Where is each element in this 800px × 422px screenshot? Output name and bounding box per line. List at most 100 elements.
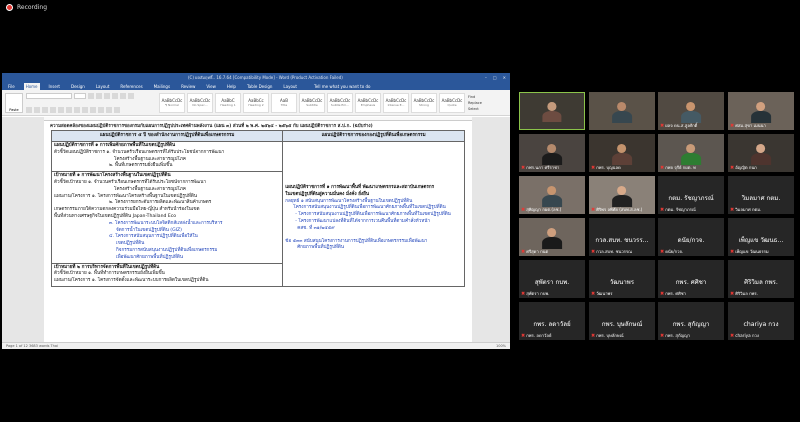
- muted-mic-icon: ✖: [730, 248, 735, 255]
- participant-tile[interactable]: วิมลมาศ กตม. ✖ วิมลมาศ กตม.: [728, 176, 794, 214]
- participant-tile[interactable]: [519, 92, 585, 130]
- style-item[interactable]: AaBbCcDc No Spac...: [187, 92, 213, 113]
- style-name: No Spac...: [192, 103, 208, 107]
- ribbon-tab-layout[interactable]: Layout: [281, 83, 299, 90]
- style-name: Emphasis: [360, 103, 376, 107]
- ribbon-tab-review[interactable]: Review: [179, 83, 197, 90]
- participant-label-text: ศิริวิมล กพร.: [735, 291, 758, 296]
- participant-label-text: ศิริพร ลพิศัย (สบท.ส.ลช.): [596, 207, 643, 212]
- paste-button[interactable]: Paste: [5, 92, 23, 113]
- ribbon-tab-help[interactable]: Help: [225, 83, 238, 90]
- ribbon-tab-design[interactable]: Design: [69, 83, 87, 90]
- style-item[interactable]: AaBbC Heading 1: [215, 92, 241, 113]
- person-silhouette: [612, 102, 632, 123]
- participant-video: [589, 92, 655, 130]
- participant-name: กพร. สุกัญญา: [672, 320, 710, 328]
- ribbon-tab-references[interactable]: References: [118, 83, 144, 90]
- participant-label: ✖ กพร. ศศิชา: [660, 290, 686, 297]
- ribbon-tab-insert[interactable]: Insert: [47, 83, 62, 90]
- style-item[interactable]: AaBbCcDc Quote: [439, 92, 465, 113]
- participant-tile[interactable]: กพร. ลดาวัลย์ ✖ กพร. ลดาวัลย์: [519, 302, 585, 340]
- maximize-icon[interactable]: □: [493, 75, 497, 80]
- participant-tile[interactable]: chariya กวง ✖ chariya กวง: [728, 302, 794, 340]
- participant-label-text: ศสม.สุขา เมนนา: [735, 123, 766, 128]
- participant-label: ✖ อัญญิต กนก: [730, 164, 757, 171]
- ribbon-tab-layout[interactable]: Layout: [94, 83, 112, 90]
- table-header-right: แผนปฏิบัติราชการของกองปฏิรูปที่ดินเพื่อเ…: [282, 130, 465, 142]
- person-silhouette: [542, 228, 562, 249]
- participant-tile[interactable]: ✖ ศรีสุดา กนต: [519, 218, 585, 256]
- participant-label-text: ดนัย/กวจ.: [665, 249, 684, 254]
- style-item[interactable]: AaBbCcDc ¶ Normal: [159, 92, 185, 113]
- minimize-icon[interactable]: –: [485, 75, 487, 80]
- style-item[interactable]: AaBbCc Heading 2: [243, 92, 269, 113]
- participant-tile[interactable]: วัฒนาพร ✖ วัฒนาพร: [589, 260, 655, 298]
- style-name: Heading 2: [248, 103, 264, 107]
- ribbon-tab-home[interactable]: Home: [23, 83, 40, 90]
- participant-tile[interactable]: กตม. รัชญาภรณ์ ✖ กตม. รัชญาภรณ์: [658, 176, 724, 214]
- tell-me-search[interactable]: Tell me what you want to do: [312, 83, 372, 90]
- participant-tile[interactable]: ✖ กฟร.นภา ศรีราชา: [519, 134, 585, 172]
- participant-tile[interactable]: ✖ อัญญิต กนก: [728, 134, 794, 172]
- participant-name: สุพัตรา กบพ.: [534, 278, 570, 286]
- style-item[interactable]: AaB Title: [271, 92, 297, 113]
- ribbon-tab-file[interactable]: File: [6, 83, 17, 90]
- participant-tile[interactable]: สุพัตรา กบพ. ✖ สุพัตรา กบพ.: [519, 260, 585, 298]
- ribbon-tab-table-design[interactable]: Table Design: [245, 83, 274, 90]
- participant-tile[interactable]: กวล.สบท. ชนวรร... ✖ กวล.สบท. ชนวรรณ: [589, 218, 655, 256]
- muted-mic-icon: ✖: [591, 206, 596, 213]
- record-icon: [6, 4, 13, 11]
- ribbon-tab-mailings[interactable]: Mailings: [152, 83, 172, 90]
- style-item[interactable]: AaBbCcDc Subtle Em...: [327, 92, 353, 113]
- participant-label-text: เพ็ญแข วัฒนธรรม: [735, 249, 769, 254]
- muted-mic-icon: ✖: [521, 248, 526, 255]
- participant-tile[interactable]: ✖ ศิริพร ลพิศัย (สบท.ส.ลช.): [589, 176, 655, 214]
- document-page[interactable]: ความสอดคล้องของแผนปฏิบัติราชการของกรมกับ…: [44, 117, 472, 342]
- right-line: - โครงการพัฒนาแปลงที่ดินที่ได้จากการเวนค…: [295, 218, 430, 224]
- participant-tile[interactable]: ศิริวิมล กพร. ✖ ศิริวิมล กพร.: [728, 260, 794, 298]
- participant-tile[interactable]: ดนัย/กวจ. ✖ ดนัย/กวจ.: [658, 218, 724, 256]
- participant-tile[interactable]: ✖ ผลจ ดน.ส.สูงศักดิ์: [658, 92, 724, 130]
- participant-tile[interactable]: ✖ ศสม.สุขา เมนนา: [728, 92, 794, 130]
- participant-name: chariya กวง: [743, 320, 779, 328]
- right-plan-cell: แผนปฏิบัติราชการที่ ๑ การพัฒนาพื้นที่ พั…: [282, 141, 465, 287]
- muted-mic-icon: ✖: [521, 332, 526, 339]
- muted-mic-icon: ✖: [660, 164, 665, 171]
- participant-tile[interactable]: [589, 92, 655, 130]
- paste-label: Paste: [9, 107, 19, 112]
- muted-mic-icon: ✖: [660, 290, 665, 297]
- style-item[interactable]: AaBbCcDc Emphasis: [355, 92, 381, 113]
- zoom-level[interactable]: 100%: [496, 344, 506, 348]
- right-line: คสช. ที่ ๓๑/๒๕๕๙: [297, 225, 335, 231]
- participant-tile[interactable]: ✖ กพร. บุญฉลด: [589, 134, 655, 172]
- participant-name: วัฒนาพร: [609, 278, 635, 286]
- style-item[interactable]: AaBbCcDc Subtitle: [299, 92, 325, 113]
- participant-tile[interactable]: เพ็ญแข วัฒนธ... ✖ เพ็ญแข วัฒนธรรม: [728, 218, 794, 256]
- font-name-box[interactable]: [26, 92, 72, 99]
- participant-tile[interactable]: กพร. สุกัญญา ✖ กพร. สุกัญญา: [658, 302, 724, 340]
- doc-header: ความสอดคล้องของแผนปฏิบัติราชการของกรมกับ…: [50, 124, 373, 129]
- participant-label: ✖ กพร. บุญฉลด: [591, 164, 621, 171]
- close-icon[interactable]: ✕: [503, 75, 506, 80]
- muted-mic-icon: ✖: [591, 248, 596, 255]
- participant-tile[interactable]: ✖ สุพิญญา กผต.(ลช.): [519, 176, 585, 214]
- participant-label-text: กพจ จุรีย์ กผต. ท: [665, 165, 696, 170]
- left-line: เพื่อพัฒนาศักยภาพพื้นที่ปฏิรูปที่ดิน: [116, 254, 184, 260]
- participant-label: ✖ ศิริพร ลพิศัย (สบท.ส.ลช.): [591, 206, 642, 213]
- style-name: Subtle Em...: [330, 103, 350, 107]
- participant-tile[interactable]: กพร. ศศิชา ✖ กพร. ศศิชา: [658, 260, 724, 298]
- goal-1-cell: เป้าหมายที่ ๑ การพัฒนาโครงสร้างพื้นฐานใน…: [50, 171, 284, 264]
- participant-tile[interactable]: ✖ กพจ จุรีย์ กผต. ท: [658, 134, 724, 172]
- shared-word-window[interactable]: (C) ผลสัมฤทธิ์.. 16.7.64 [Compatibility …: [2, 73, 510, 349]
- participant-tile[interactable]: กพร. บุษลักษณ์ ✖ กพร. บุษลักษณ์: [589, 302, 655, 340]
- participant-label-text: ผลจ ดน.ส.สูงศักดิ์: [665, 123, 698, 128]
- font-size-box[interactable]: [74, 92, 86, 99]
- find-tool-select[interactable]: Select: [468, 106, 496, 112]
- participant-label: ✖ กวล.สบท. ชนวรรณ: [591, 248, 632, 255]
- ribbon-tab-view[interactable]: View: [204, 83, 218, 90]
- goal-2-cell: เป้าหมายที่ ๒ การบริหารจัดการพื้นที่ในเข…: [50, 262, 284, 287]
- style-item[interactable]: AaBbCcDc Strong: [411, 92, 437, 113]
- participant-name: กตม. รัชญาภรณ์: [668, 194, 714, 202]
- style-item[interactable]: AaBbCcDc Intense E...: [383, 92, 409, 113]
- left-line: ตัวชี้วัดเป้าหมาย ๑. จำนวนครัวเรือนเกษตร…: [54, 179, 206, 185]
